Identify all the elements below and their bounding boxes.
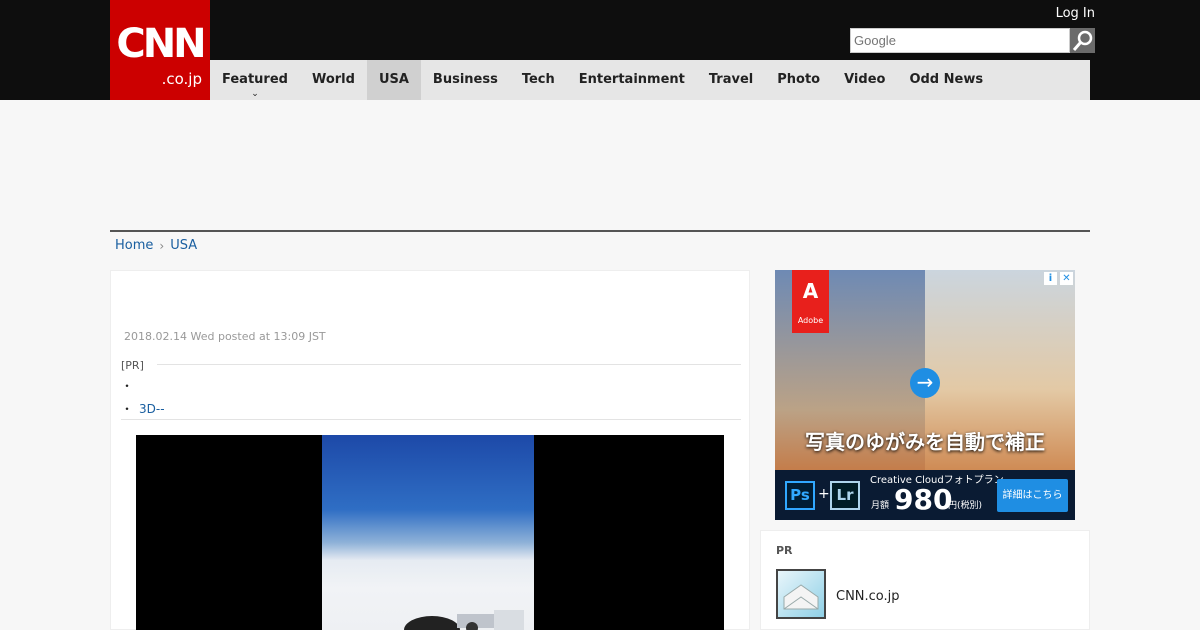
search-icon [1072, 30, 1093, 51]
ad-headline: 写真のゆがみを自動で補正 [805, 430, 1045, 454]
pr-item-title[interactable]: CNN.co.jp [836, 589, 900, 605]
nav-label: Entertainment [578, 72, 685, 87]
ad-price-label: 月額 [871, 501, 890, 511]
nav-world[interactable]: World [300, 60, 367, 100]
ad-footer: Ps + Lr Creative Cloudフォトプラン 月額 980 円(税別… [775, 470, 1075, 520]
close-icon[interactable]: ✕ [1060, 272, 1073, 285]
article-panel: 2018.02.14 Wed posted at 13:09 JST [PR] … [110, 270, 750, 630]
nav-label: Business [432, 72, 498, 87]
nav-label: Photo [777, 72, 821, 87]
ad-controls: i ✕ [1044, 272, 1073, 286]
nav-featured[interactable]: Featured ⌄ [210, 60, 300, 100]
ad-price-unit: 円(税別) [948, 501, 983, 511]
article-photo[interactable] [136, 435, 724, 630]
chevron-right-icon: › [159, 239, 165, 253]
cnn-logo[interactable]: CNN .co.jp [110, 0, 210, 100]
bullet: ・ [121, 402, 134, 416]
main-nav: Featured ⌄ World USA Business Tech Enter… [210, 60, 1090, 100]
nav-label: Travel [708, 72, 754, 87]
lightroom-icon: Lr [830, 481, 860, 510]
chevron-down-icon: ⌄ [251, 89, 259, 99]
nav-entertainment[interactable]: Entertainment [567, 60, 697, 100]
login-link[interactable]: Log In [1056, 6, 1095, 22]
pr-header: [PR] [121, 359, 741, 373]
ad-cta-button[interactable]: 詳細はこちら [997, 479, 1068, 512]
nav-odd-news[interactable]: Odd News [897, 60, 995, 100]
nav-tech[interactable]: Tech [510, 60, 567, 100]
arrow-right-icon: → [910, 368, 940, 398]
pr-item-text: 3D-- [139, 402, 165, 416]
article-dateline: 2018.02.14 Wed posted at 13:09 JST [124, 330, 326, 343]
pr-list-item[interactable]: ・ 3D-- [121, 398, 741, 421]
logo-main-text: CNN [116, 21, 206, 67]
nav-label: Tech [521, 72, 555, 87]
adobe-ad-banner[interactable]: A Adobe → 写真のゆがみを自動で補正 i ✕ Ps + Lr Creat… [775, 270, 1075, 520]
photoshop-icon: Ps [785, 481, 815, 510]
pr-list-item[interactable]: ・ [121, 375, 741, 398]
breadcrumb: Home › USA [115, 238, 197, 254]
adobe-logo: A Adobe [792, 270, 829, 333]
pr-thumbnail[interactable] [776, 569, 826, 619]
bullet: ・ [121, 379, 134, 393]
search-box [850, 28, 1070, 53]
nav-travel[interactable]: Travel [697, 60, 765, 100]
plus-sign: + [818, 486, 830, 502]
nav-video[interactable]: Video [832, 60, 897, 100]
pr-label: [PR] [121, 359, 144, 372]
top-bar: CNN .co.jp Log In Featured ⌄ World USA B… [0, 0, 1200, 100]
nav-business[interactable]: Business [421, 60, 510, 100]
nav-usa[interactable]: USA [366, 60, 421, 100]
search-button[interactable] [1070, 28, 1095, 53]
breadcrumb-usa[interactable]: USA [170, 238, 197, 254]
logo-sub-text: .co.jp [161, 70, 202, 88]
nav-label: Featured [222, 72, 288, 87]
adobe-logo-icon: A [802, 279, 819, 303]
adobe-logo-text: Adobe [797, 316, 824, 325]
mail-icon [783, 584, 819, 610]
pr-box-label: PR [776, 544, 793, 557]
nav-label: Video [844, 72, 886, 87]
sidebar-pr-box: PR CNN.co.jp [760, 530, 1090, 630]
nav-photo[interactable]: Photo [765, 60, 832, 100]
breadcrumb-home[interactable]: Home [115, 238, 153, 254]
ad-price: 980 [894, 483, 953, 516]
nav-label: Odd News [909, 72, 984, 87]
search-input[interactable] [851, 29, 1069, 52]
pr-divider [157, 364, 741, 365]
header-divider [110, 230, 1090, 232]
pr-list: ・ ・ 3D-- [121, 375, 741, 421]
pr-bottom-divider [121, 419, 741, 420]
earth-horizon-image [322, 435, 534, 630]
nav-label: World [311, 72, 355, 87]
top-ad-space [0, 100, 1200, 230]
nav-label: USA [378, 72, 409, 87]
spacecraft-silhouette [404, 610, 524, 630]
info-icon[interactable]: i [1044, 272, 1057, 285]
